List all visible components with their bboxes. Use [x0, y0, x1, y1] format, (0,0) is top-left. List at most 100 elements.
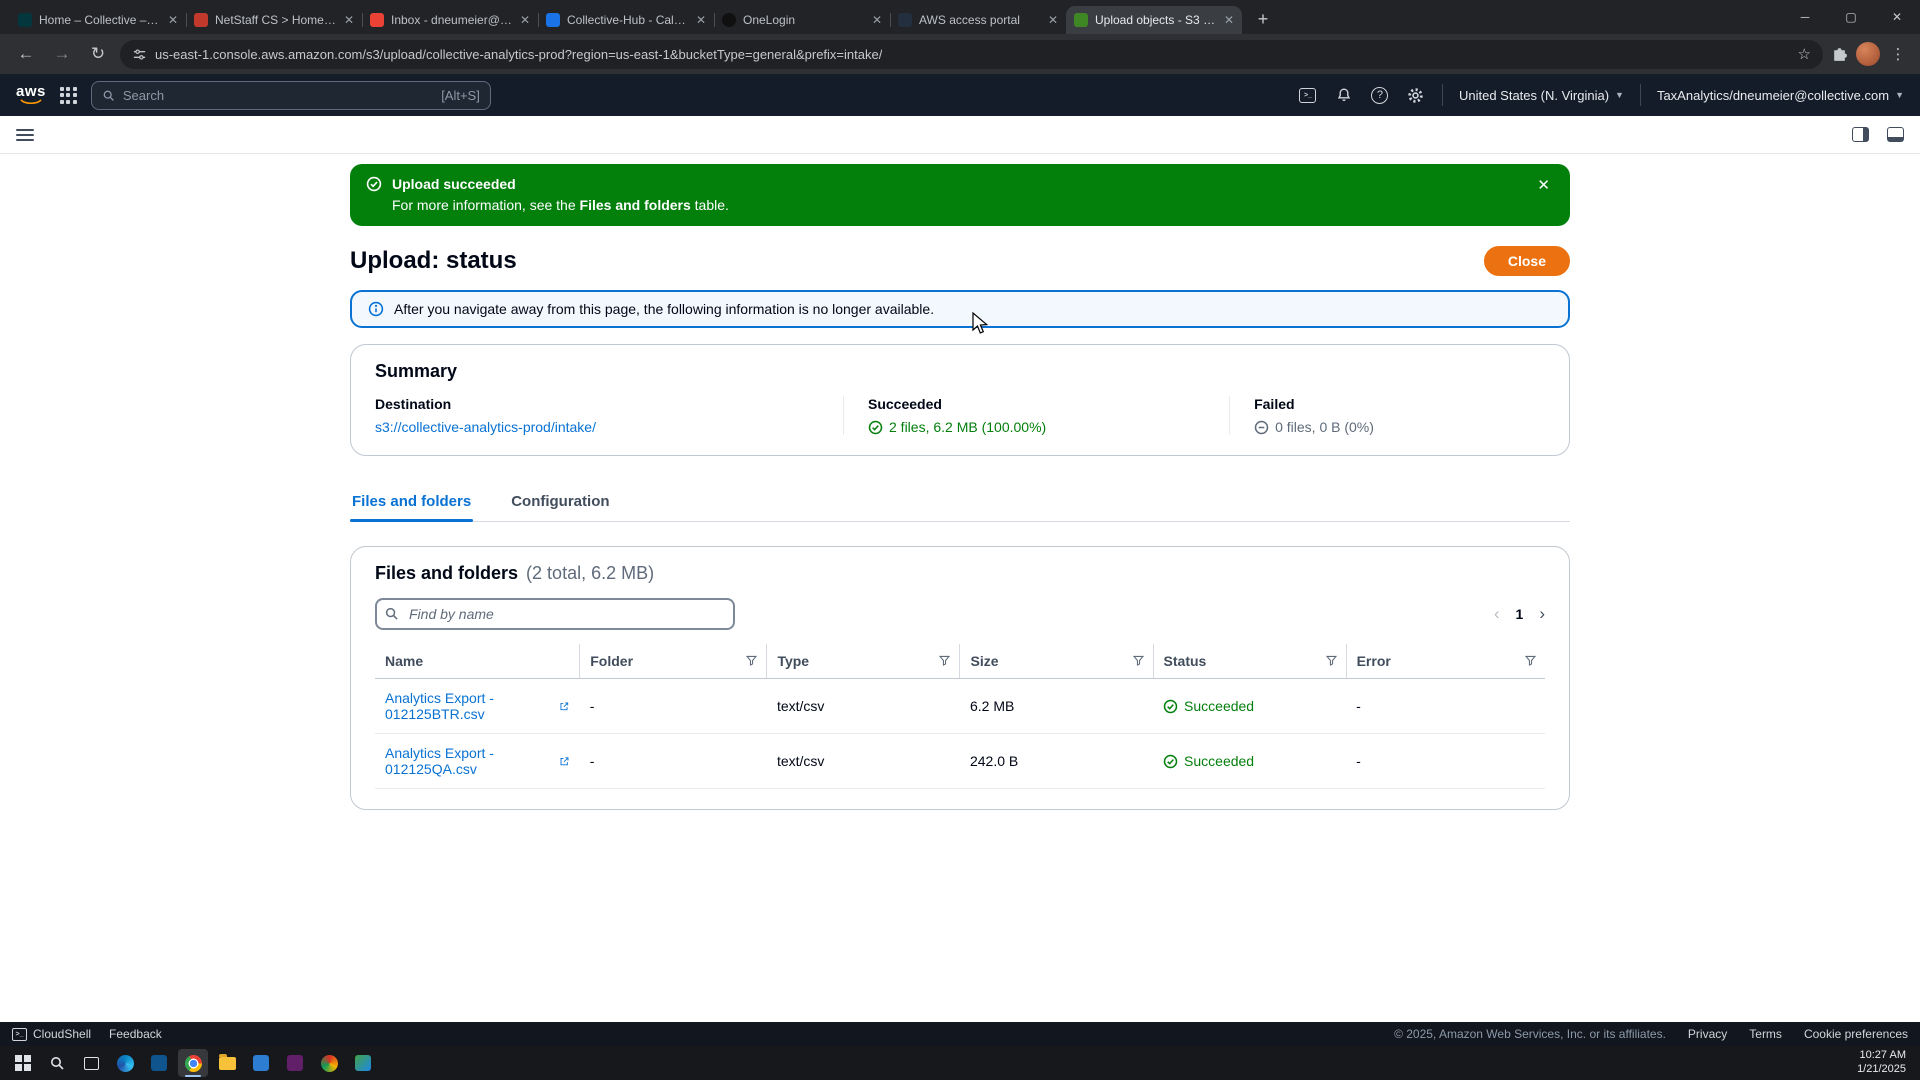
filter-funnel-icon[interactable]	[1524, 654, 1537, 670]
tab-files-and-folders[interactable]: Files and folders	[350, 484, 473, 521]
cookie-preferences-link[interactable]: Cookie preferences	[1804, 1027, 1908, 1041]
forward-button[interactable]: →	[48, 40, 76, 68]
cloudshell-button[interactable]: >_ CloudShell	[12, 1027, 91, 1041]
profile-avatar[interactable]	[1856, 42, 1880, 66]
account-menu[interactable]: TaxAnalytics/dneumeier@collective.com ▼	[1657, 88, 1904, 103]
page-header: Upload: status Close	[350, 246, 1570, 276]
side-nav-hamburger-icon[interactable]	[16, 129, 34, 141]
bottom-panel-toggle-icon[interactable]	[1887, 127, 1904, 142]
tab-close-icon[interactable]: ✕	[520, 14, 530, 26]
tab-favicon	[722, 13, 736, 27]
back-button[interactable]: ←	[12, 40, 40, 68]
right-panel-toggle-icon[interactable]	[1852, 127, 1869, 142]
chevron-down-icon: ▼	[1615, 90, 1624, 100]
tab-favicon	[1074, 13, 1088, 27]
window-maximize-button[interactable]: ▢	[1828, 0, 1874, 34]
browser-tab-onelogin[interactable]: OneLogin ✕	[714, 6, 890, 34]
next-page-icon[interactable]: ›	[1539, 604, 1545, 624]
security-app-icon[interactable]	[348, 1049, 378, 1077]
tab-close-icon[interactable]: ✕	[696, 14, 706, 26]
start-button[interactable]	[8, 1049, 38, 1077]
browser-tab-netstaff[interactable]: NetStaff CS > Home > Dashbo... ✕	[186, 6, 362, 34]
privacy-link[interactable]: Privacy	[1688, 1027, 1727, 1041]
address-bar[interactable]: us-east-1.console.aws.amazon.com/s3/uplo…	[120, 40, 1823, 69]
filter-funnel-icon[interactable]	[938, 654, 951, 670]
notifications-bell-icon[interactable]	[1334, 85, 1354, 105]
services-grid-icon[interactable]	[60, 87, 77, 104]
terms-link[interactable]: Terms	[1749, 1027, 1782, 1041]
cloudshell-icon[interactable]: >_	[1298, 85, 1318, 105]
taskbar-clock[interactable]: 10:27 AM 1/21/2025	[1857, 1049, 1912, 1077]
browser-tab-zendesk[interactable]: Home – Collective – Zendesk ✕	[10, 6, 186, 34]
help-icon[interactable]: ?	[1370, 85, 1390, 105]
tab-close-icon[interactable]: ✕	[168, 14, 178, 26]
find-by-name-input[interactable]	[375, 598, 735, 630]
task-view-button[interactable]	[76, 1049, 106, 1077]
column-header-type[interactable]: Type	[767, 644, 960, 679]
chrome-icon[interactable]	[178, 1049, 208, 1077]
browser-tab-s3-upload-active[interactable]: Upload objects - S3 bucket coll... ✕	[1066, 6, 1242, 34]
column-header-status[interactable]: Status	[1153, 644, 1346, 679]
browser-profile-icon[interactable]	[314, 1049, 344, 1077]
browser-tab-calendar[interactable]: Collective-Hub - Calendar - We... ✕	[538, 6, 714, 34]
window-close-button[interactable]: ✕	[1874, 0, 1920, 34]
tab-title: Inbox - dneumeier@collective...	[391, 13, 513, 27]
column-header-name[interactable]: Name	[375, 644, 580, 679]
reload-button[interactable]: ↻	[84, 40, 112, 68]
summary-destination: Destination s3://collective-analytics-pr…	[375, 396, 843, 435]
region-selector[interactable]: United States (N. Virginia) ▼	[1459, 88, 1624, 103]
taskbar-search-button[interactable]	[42, 1049, 72, 1077]
browser-tab-aws-portal[interactable]: AWS access portal ✕	[890, 6, 1066, 34]
new-tab-button[interactable]: +	[1250, 6, 1276, 32]
filter-funnel-icon[interactable]	[1132, 654, 1145, 670]
tab-favicon	[546, 13, 560, 27]
failed-stopped-icon	[1254, 420, 1269, 435]
tab-title: AWS access portal	[919, 13, 1041, 27]
aws-search-bar[interactable]: Search [Alt+S]	[91, 81, 491, 110]
column-header-error[interactable]: Error	[1346, 644, 1545, 679]
close-button[interactable]: Close	[1484, 246, 1570, 276]
tab-title: Home – Collective – Zendesk	[39, 13, 161, 27]
browser-menu-kebab-icon[interactable]: ⋮	[1888, 45, 1908, 63]
window-minimize-button[interactable]: ─	[1782, 0, 1828, 34]
site-settings-icon[interactable]	[132, 47, 147, 62]
tab-close-icon[interactable]: ✕	[1224, 14, 1234, 26]
upload-success-flashbar: Upload succeeded For more information, s…	[350, 164, 1570, 226]
store-app-icon[interactable]	[246, 1049, 276, 1077]
flashbar-text: Upload succeeded For more information, s…	[392, 174, 1523, 216]
aws-smile	[19, 99, 43, 106]
files-card-header: Files and folders (2 total, 6.2 MB)	[375, 563, 1545, 584]
tab-configuration[interactable]: Configuration	[509, 484, 611, 521]
column-header-size[interactable]: Size	[960, 644, 1153, 679]
column-header-folder[interactable]: Folder	[580, 644, 767, 679]
filter-funnel-icon[interactable]	[1325, 654, 1338, 670]
file-explorer-icon[interactable]	[212, 1049, 242, 1077]
tab-close-icon[interactable]: ✕	[872, 14, 882, 26]
info-alert-text: After you navigate away from this page, …	[394, 301, 934, 317]
browser-tab-inbox[interactable]: Inbox - dneumeier@collective... ✕	[362, 6, 538, 34]
edge-browser-icon[interactable]	[110, 1049, 140, 1077]
screen: Home – Collective – Zendesk ✕ NetStaff C…	[0, 0, 1920, 1080]
file-name-link[interactable]: Analytics Export - 012125BTR.csv	[385, 690, 553, 722]
settings-gear-icon[interactable]	[1406, 85, 1426, 105]
aws-logo[interactable]: aws	[16, 84, 46, 106]
bookmark-star-icon[interactable]: ☆	[1798, 45, 1811, 63]
feedback-button[interactable]: Feedback	[109, 1027, 162, 1041]
succeeded-value: 2 files, 6.2 MB (100.00%)	[889, 419, 1046, 435]
tab-close-icon[interactable]: ✕	[1048, 14, 1058, 26]
extensions-puzzle-icon[interactable]	[1831, 46, 1848, 63]
mail-app-icon[interactable]	[144, 1049, 174, 1077]
browser-toolbar: ← → ↻ us-east-1.console.aws.amazon.com/s…	[0, 34, 1920, 74]
flashbar-close-icon[interactable]: ✕	[1533, 174, 1554, 196]
previous-page-icon[interactable]: ‹	[1494, 604, 1500, 624]
tab-close-icon[interactable]: ✕	[344, 14, 354, 26]
destination-label: Destination	[375, 396, 819, 412]
external-link-icon	[559, 755, 570, 768]
tab-title: Upload objects - S3 bucket coll...	[1095, 13, 1217, 27]
destination-link[interactable]: s3://collective-analytics-prod/intake/	[375, 419, 596, 435]
file-name-link[interactable]: Analytics Export - 012125QA.csv	[385, 745, 553, 777]
current-page-number[interactable]: 1	[1516, 606, 1524, 622]
filter-funnel-icon[interactable]	[745, 654, 758, 670]
slack-icon[interactable]	[280, 1049, 310, 1077]
mouse-cursor	[972, 312, 989, 336]
